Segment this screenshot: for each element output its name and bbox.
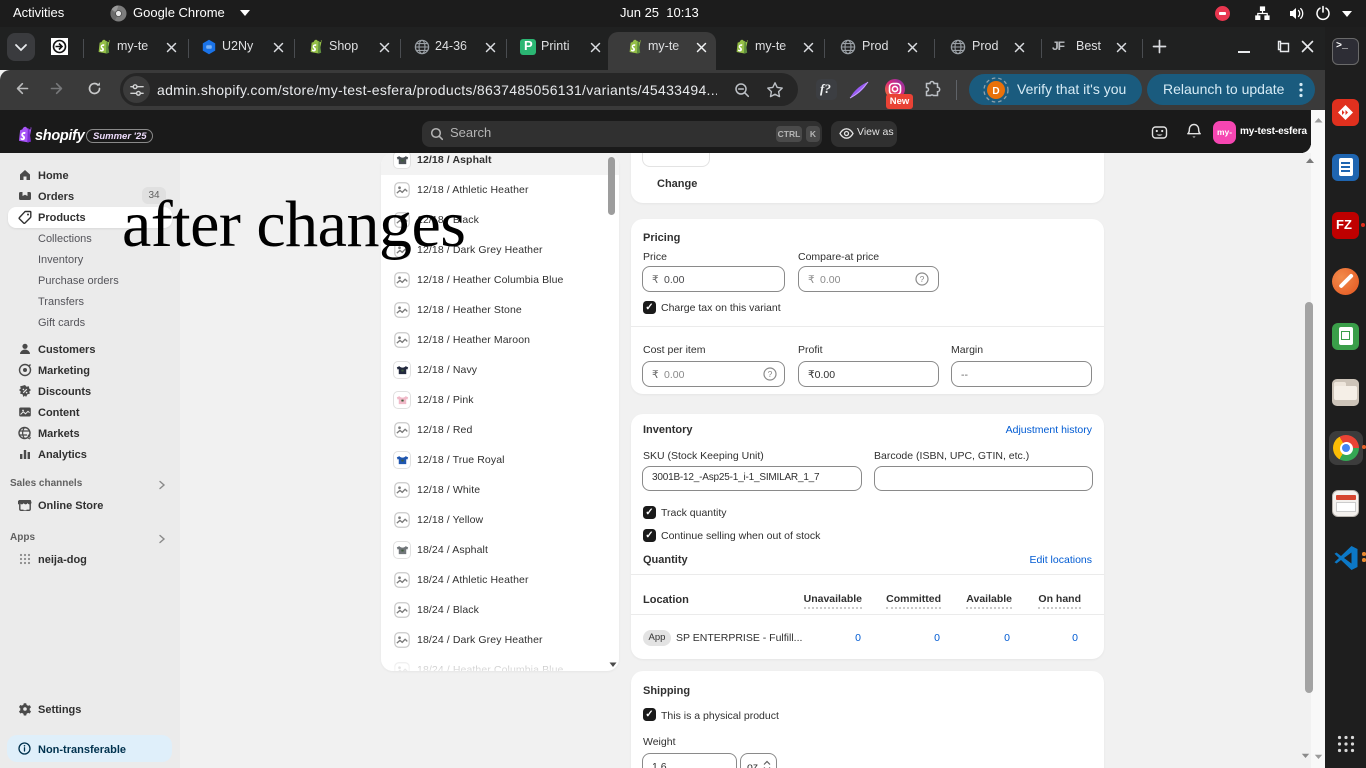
svg-text:?: ? — [920, 274, 925, 284]
svg-text:D: D — [992, 86, 999, 97]
svg-text:?: ? — [768, 369, 773, 379]
svg-text:$: $ — [28, 435, 32, 440]
